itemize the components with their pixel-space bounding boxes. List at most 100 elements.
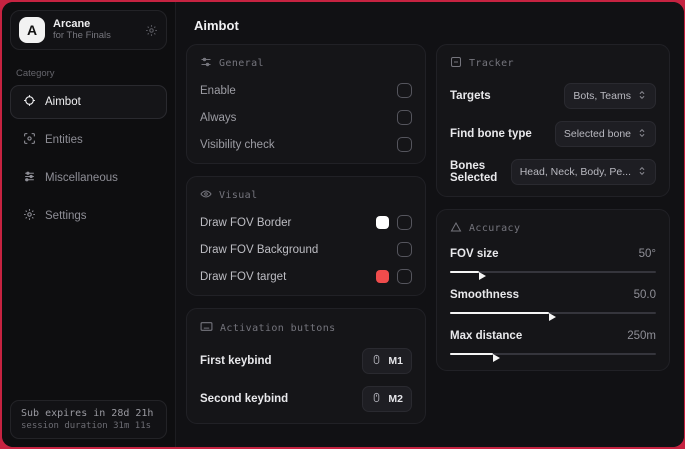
sub-expiry-text: Sub expires in 28d 21h <box>21 408 154 419</box>
entities-icon <box>23 132 36 148</box>
triangle-icon <box>450 221 462 236</box>
sidebar-item-settings[interactable]: Settings <box>10 199 167 233</box>
draw-fov-target-checkbox[interactable] <box>397 269 412 284</box>
setting-label: Visibility check <box>200 138 275 151</box>
setting-row: First keybind M1 <box>200 348 412 374</box>
find-bone-type-select[interactable]: Selected bone <box>554 121 656 147</box>
chevron-up-down-icon <box>637 87 647 105</box>
category-label: Category <box>16 68 55 79</box>
app-subtitle: for The Finals <box>53 29 111 41</box>
card-title: Tracker <box>469 58 514 69</box>
crosshair-icon <box>23 94 36 110</box>
card-title: Accuracy <box>469 223 521 234</box>
activation-buttons-card: Activation buttons First keybind M1 Seco… <box>186 308 426 424</box>
card-title: Visual <box>219 190 258 201</box>
fov-target-color-swatch[interactable] <box>376 270 389 283</box>
second-keybind-button[interactable]: M2 <box>362 386 412 412</box>
select-value: Selected bone <box>563 128 631 140</box>
sidebar-item-label: Miscellaneous <box>45 172 118 184</box>
draw-fov-background-checkbox[interactable] <box>397 242 412 257</box>
chevron-up-down-icon <box>637 125 647 143</box>
sidebar: A Arcane for The Finals Category Aimbot <box>2 2 176 447</box>
setting-label: FOV size <box>450 248 499 260</box>
fov-size-slider[interactable] <box>450 267 656 280</box>
mouse-icon <box>371 390 382 408</box>
setting-label: Enable <box>200 84 236 97</box>
logo-card: A Arcane for The Finals <box>10 10 167 50</box>
setting-row: Targets Bots, Teams <box>450 83 656 109</box>
card-title: Activation buttons <box>220 322 336 334</box>
setting-row: Second keybind M2 <box>200 386 412 412</box>
app-title: Arcane <box>53 18 91 31</box>
general-card: General Enable Always Visibility check <box>186 44 426 164</box>
accuracy-card: Accuracy FOV size 50° Smoothness 50.0 Ma… <box>436 209 670 371</box>
card-title: General <box>219 58 264 69</box>
sidebar-item-label: Aimbot <box>45 96 81 108</box>
setting-label: Smoothness <box>450 289 520 301</box>
setting-label: Always <box>200 111 237 124</box>
setting-label: Second keybind <box>200 393 289 405</box>
keybind-value: M1 <box>388 355 403 367</box>
setting-row: Bones Selected Head, Neck, Body, Pe... <box>450 159 656 185</box>
setting-label: Bones Selected <box>450 160 498 184</box>
setting-row: Visibility check <box>200 137 412 152</box>
targets-select[interactable]: Bots, Teams <box>564 83 656 109</box>
main-panel: Aimbot General Enable Always Visibility … <box>176 2 684 447</box>
setting-row: Draw FOV Border <box>200 215 412 230</box>
setting-row: Enable <box>200 83 412 98</box>
always-checkbox[interactable] <box>397 110 412 125</box>
page-title: Aimbot <box>194 18 239 33</box>
max-distance-slider[interactable] <box>450 349 656 362</box>
chevron-up-down-icon <box>637 163 647 181</box>
keyboard-icon <box>200 320 213 336</box>
sidebar-nav: Aimbot Entities Miscellaneous Settings <box>2 83 175 235</box>
keybind-value: M2 <box>388 393 403 405</box>
visibility-check-checkbox[interactable] <box>397 137 412 152</box>
setting-row: FOV size 50° <box>450 248 656 260</box>
sidebar-item-miscellaneous[interactable]: Miscellaneous <box>10 161 167 195</box>
setting-label: First keybind <box>200 355 272 367</box>
setting-label: Find bone type <box>450 128 532 140</box>
subscription-info: Sub expires in 28d 21h session duration … <box>10 400 167 439</box>
tracker-box-icon <box>450 56 462 71</box>
eye-icon <box>200 188 212 203</box>
setting-label: Draw FOV target <box>200 270 287 283</box>
setting-row: Max distance 250m <box>450 330 656 342</box>
tracker-card: Tracker Targets Bots, Teams Find bone ty… <box>436 44 670 197</box>
slider-thumb[interactable] <box>548 312 556 321</box>
gear-icon <box>23 208 36 224</box>
mouse-icon <box>371 352 382 370</box>
fov-border-color-swatch[interactable] <box>376 216 389 229</box>
select-value: Head, Neck, Body, Pe... <box>519 166 631 178</box>
max-distance-value: 250m <box>627 330 656 342</box>
setting-row: Smoothness 50.0 <box>450 289 656 301</box>
setting-row: Draw FOV target <box>200 269 412 284</box>
first-keybind-button[interactable]: M1 <box>362 348 412 374</box>
setting-label: Targets <box>450 90 491 102</box>
setting-row: Find bone type Selected bone <box>450 121 656 147</box>
setting-label: Draw FOV Border <box>200 216 292 229</box>
sidebar-item-aimbot[interactable]: Aimbot <box>10 85 167 119</box>
sidebar-item-label: Entities <box>45 134 83 146</box>
slider-thumb[interactable] <box>493 353 501 362</box>
enable-checkbox[interactable] <box>397 83 412 98</box>
setting-row: Always <box>200 110 412 125</box>
visual-card: Visual Draw FOV Border Draw FOV Backgrou… <box>186 176 426 296</box>
gear-icon[interactable] <box>145 24 158 37</box>
app-logo: A <box>19 17 45 43</box>
bones-selected-select[interactable]: Head, Neck, Body, Pe... <box>510 159 656 185</box>
sidebar-item-label: Settings <box>45 210 87 222</box>
smoothness-value: 50.0 <box>633 289 656 301</box>
general-sliders-icon <box>200 56 212 71</box>
draw-fov-border-checkbox[interactable] <box>397 215 412 230</box>
session-duration-text: session duration 31m 11s <box>21 421 152 431</box>
setting-label: Draw FOV Background <box>200 243 319 256</box>
smoothness-slider[interactable] <box>450 308 656 321</box>
setting-row: Draw FOV Background <box>200 242 412 257</box>
setting-label: Max distance <box>450 330 523 342</box>
sidebar-item-entities[interactable]: Entities <box>10 123 167 157</box>
select-value: Bots, Teams <box>573 90 631 102</box>
app-window: A Arcane for The Finals Category Aimbot <box>2 2 684 447</box>
sliders-icon <box>23 170 36 186</box>
slider-thumb[interactable] <box>478 271 486 280</box>
